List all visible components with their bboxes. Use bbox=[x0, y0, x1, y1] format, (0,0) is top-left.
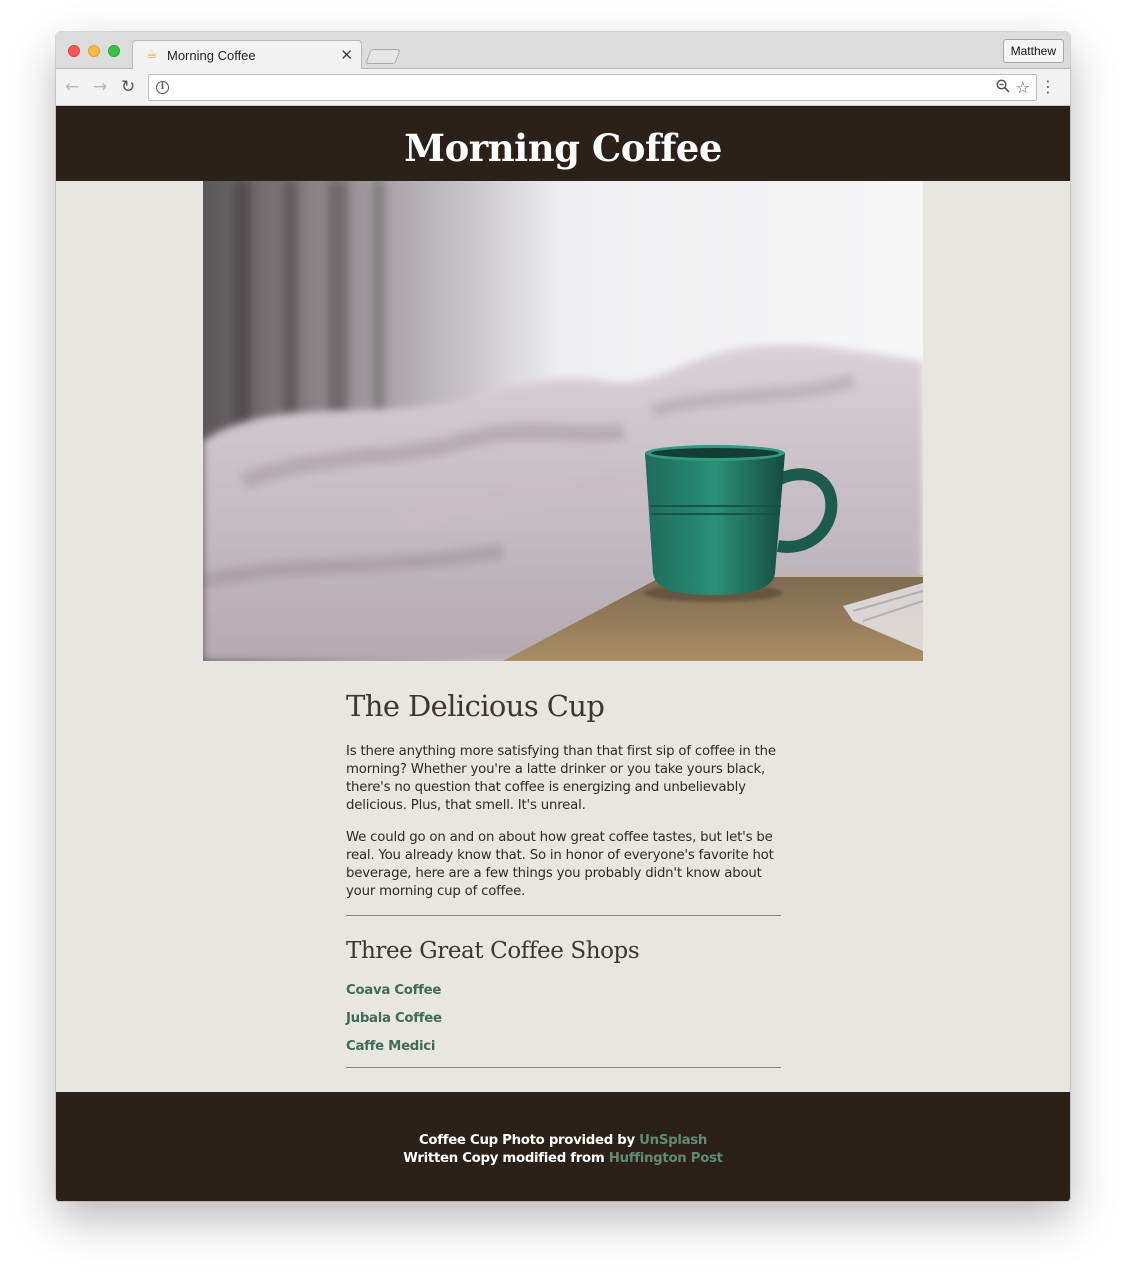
divider bbox=[346, 915, 781, 916]
site-title: Morning Coffee bbox=[404, 126, 722, 170]
footer-text: Written Copy modified from bbox=[403, 1151, 605, 1166]
kebab-menu-icon[interactable]: ⋮ bbox=[1040, 77, 1056, 97]
browser-window: ☕ Morning Coffee ✕ Matthew ← → ↻ i ☆ ⋮ M… bbox=[56, 32, 1070, 1201]
browser-toolbar: ← → ↻ i ☆ ⋮ bbox=[56, 69, 1070, 106]
unsplash-link[interactable]: UnSplash bbox=[639, 1133, 707, 1148]
info-icon[interactable]: i bbox=[156, 81, 169, 94]
coffee-favicon-icon: ☕ bbox=[146, 47, 158, 62]
tab-strip: ☕ Morning Coffee ✕ Matthew bbox=[56, 32, 1070, 70]
main-content: The Delicious Cup Is there anything more… bbox=[346, 661, 781, 1068]
footer-credit-copy: Written Copy modified from Huffington Po… bbox=[56, 1151, 1070, 1166]
shops-heading: Three Great Coffee Shops bbox=[346, 938, 640, 964]
shop-link-jubala[interactable]: Jubala Coffee bbox=[346, 1011, 781, 1026]
bookmark-star-icon[interactable]: ☆ bbox=[1016, 78, 1030, 97]
site-header: Morning Coffee bbox=[56, 106, 1070, 181]
web-page: Morning Coffee The Delicious Cup Is ther… bbox=[56, 106, 1070, 1201]
browser-tab[interactable]: ☕ Morning Coffee ✕ bbox=[132, 40, 362, 70]
close-window-button[interactable] bbox=[68, 45, 80, 57]
address-bar[interactable]: i ☆ bbox=[148, 74, 1037, 101]
article-paragraph: Is there anything more satisfying than t… bbox=[346, 744, 776, 813]
maximize-window-button[interactable] bbox=[108, 45, 120, 57]
profile-button[interactable]: Matthew bbox=[1002, 39, 1064, 63]
article-heading: The Delicious Cup bbox=[346, 689, 605, 723]
divider bbox=[346, 1067, 781, 1068]
zoom-icon[interactable] bbox=[996, 79, 1010, 97]
forward-arrow-icon[interactable]: → bbox=[93, 77, 107, 97]
close-tab-icon[interactable]: ✕ bbox=[340, 46, 353, 64]
new-tab-button[interactable] bbox=[365, 49, 401, 64]
reload-icon[interactable]: ↻ bbox=[121, 77, 135, 97]
tab-title: Morning Coffee bbox=[167, 48, 256, 63]
shop-link-caffe-medici[interactable]: Caffe Medici bbox=[346, 1039, 781, 1054]
shop-link-coava[interactable]: Coava Coffee bbox=[346, 983, 781, 998]
huffington-post-link[interactable]: Huffington Post bbox=[609, 1151, 723, 1166]
article-paragraph: We could go on and on about how great co… bbox=[346, 830, 774, 899]
minimize-window-button[interactable] bbox=[88, 45, 100, 57]
site-footer: Coffee Cup Photo provided by UnSplash Wr… bbox=[56, 1092, 1070, 1201]
footer-credit-photo: Coffee Cup Photo provided by UnSplash bbox=[56, 1133, 1070, 1148]
coffee-cup-hero-image bbox=[203, 181, 923, 661]
footer-text: Coffee Cup Photo provided by bbox=[418, 1133, 635, 1148]
back-arrow-icon[interactable]: ← bbox=[65, 77, 79, 97]
